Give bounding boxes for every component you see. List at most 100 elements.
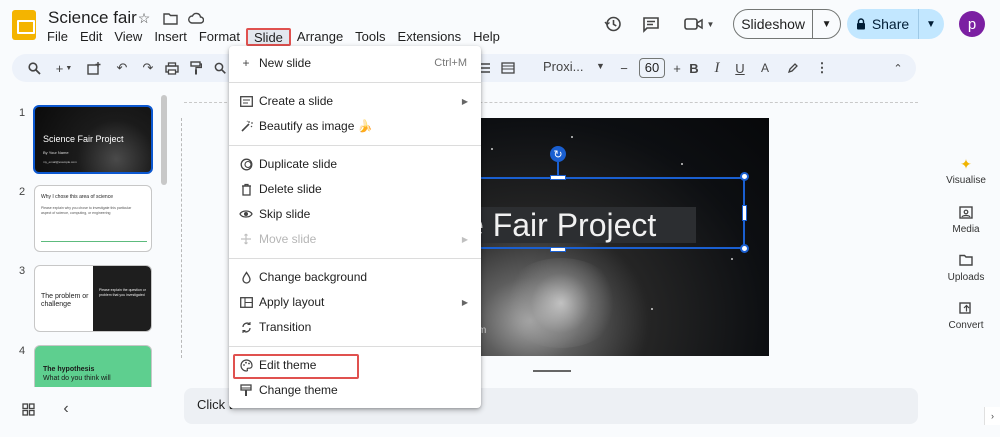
menu-edit[interactable]: Edit (74, 28, 108, 46)
menu-extensions[interactable]: Extensions (392, 28, 468, 46)
undo-icon[interactable]: ↶ (112, 58, 132, 78)
rotate-handle-icon[interactable]: ↻ (550, 146, 566, 162)
print-icon[interactable] (162, 58, 182, 78)
menu-slide[interactable]: Slide (246, 28, 291, 46)
font-size-input[interactable]: 60 (639, 58, 665, 78)
share-button[interactable]: Share (847, 9, 919, 39)
thumb-subtitle: By Your Name (43, 150, 69, 155)
share-options-chevron-icon[interactable]: ▼ (919, 19, 943, 30)
slideshow-button[interactable]: Slideshow (734, 10, 814, 38)
menu-item-delete[interactable]: Delete slide (229, 178, 481, 200)
redo-icon[interactable]: ↷ (138, 58, 158, 78)
zoom-icon[interactable] (210, 58, 230, 78)
side-visualise-label: Visualise (946, 175, 986, 186)
star-dot (571, 136, 573, 138)
selection-box[interactable] (467, 177, 745, 249)
collapse-toolbar-chevron-up-icon[interactable]: ⌃ (888, 58, 908, 78)
more-options-icon[interactable]: ⋮ (812, 58, 832, 78)
version-history-icon[interactable] (602, 14, 624, 34)
collapse-filmstrip-chevron-icon[interactable]: ‹ (56, 399, 76, 419)
thumb-title: Why I chose this area of science (41, 194, 113, 200)
plus-icon: + (242, 56, 250, 70)
menu-divider (229, 258, 481, 259)
slide-thumbnail-3[interactable]: The problem or challenge Please explain … (34, 265, 152, 332)
resize-handle-top-right[interactable] (740, 172, 749, 181)
slide-number: 1 (19, 107, 26, 119)
avatar[interactable]: p (959, 11, 985, 37)
notes-resize-handle[interactable] (533, 370, 571, 372)
menu-view[interactable]: View (108, 28, 148, 46)
text-color-icon[interactable]: A (755, 58, 775, 78)
slide-filmstrip: 1 Science Fair Project By Your Name my_e… (0, 95, 170, 387)
thumb-email: my_email@example.com (43, 160, 77, 164)
slide-thumbnail-1[interactable]: Science Fair Project By Your Name my_ema… (33, 105, 153, 174)
slideshow-options-chevron-icon[interactable]: ▼ (813, 19, 840, 30)
menu-item-label: Apply layout (259, 295, 325, 309)
comments-icon[interactable] (640, 14, 662, 34)
app-header: Science fair ☆ File Edit View Insert For… (0, 0, 1000, 50)
move-folder-icon[interactable] (162, 10, 178, 26)
side-uploads-label: Uploads (947, 272, 985, 283)
resize-handle-right[interactable] (742, 205, 747, 221)
move-arrows-icon (239, 232, 253, 246)
add-image-icon[interactable] (84, 58, 104, 78)
slide-thumbnail-2[interactable]: Why I chose this area of science Please … (34, 185, 152, 252)
resize-handle-bottom[interactable] (550, 247, 566, 252)
side-convert[interactable]: Convert (940, 301, 992, 331)
resize-handle-bottom-right[interactable] (740, 244, 749, 253)
slides-logo-icon[interactable] (12, 10, 36, 40)
menu-help[interactable]: Help (467, 28, 506, 46)
menu-item-new-slide[interactable]: + New slide Ctrl+M (229, 52, 481, 74)
menu-format[interactable]: Format (193, 28, 246, 46)
menu-item-change-background[interactable]: Change background (229, 266, 481, 288)
resize-handle-top[interactable] (550, 175, 566, 180)
layout-icon (239, 295, 253, 309)
side-convert-label: Convert (948, 320, 984, 331)
side-media[interactable]: Media (940, 205, 992, 235)
side-media-label: Media (952, 224, 980, 235)
thumb-title: The hypothesis (43, 366, 95, 373)
menu-item-label: Delete slide (259, 182, 322, 196)
transition-icon (239, 320, 253, 334)
side-visualise[interactable]: ✦ Visualise (940, 156, 992, 186)
speaker-notes-placeholder: Click t (197, 397, 233, 412)
menu-insert[interactable]: Insert (148, 28, 193, 46)
menu-item-beautify[interactable]: Beautify as image 🍌 (229, 115, 481, 137)
menu-item-move-slide[interactable]: Move slide ▶ (229, 228, 481, 250)
menu-file[interactable]: File (41, 28, 74, 46)
side-uploads[interactable]: Uploads (940, 253, 992, 283)
menu-arrange[interactable]: Arrange (291, 28, 349, 46)
decrease-font-size-icon[interactable]: − (614, 58, 634, 78)
document-title[interactable]: Science fair (48, 8, 137, 28)
menu-item-transition[interactable]: Transition (229, 316, 481, 338)
underline-icon[interactable]: U (730, 58, 750, 78)
title-actions: ☆ (136, 10, 204, 26)
menu-item-label: Move slide (259, 232, 317, 246)
thumb-body: Please explain why you chose to investig… (41, 206, 132, 215)
meet-camera-icon[interactable]: ▼ (682, 14, 716, 34)
highlight-pen-icon[interactable] (783, 58, 803, 78)
paint-format-icon[interactable] (186, 58, 206, 78)
side-panel-expand-chevron-icon[interactable]: › (984, 407, 1000, 425)
menu-tools[interactable]: Tools (349, 28, 391, 46)
new-slide-plus-icon[interactable]: + ▼ (50, 58, 78, 78)
menu-item-apply-layout[interactable]: Apply layout ▶ (229, 291, 481, 313)
menu-item-duplicate[interactable]: Duplicate slide (229, 153, 481, 175)
font-chevron-down-icon[interactable]: ▼ (596, 61, 605, 71)
paint-bucket-icon (239, 270, 253, 284)
slide-number: 4 (19, 345, 26, 357)
grid-view-icon[interactable] (18, 399, 38, 419)
line-spacing-icon[interactable] (498, 58, 518, 78)
search-icon[interactable] (24, 58, 44, 78)
font-family-select[interactable]: Proxi... (543, 59, 583, 74)
cloud-saved-icon[interactable] (188, 10, 204, 26)
italic-icon[interactable]: I (707, 58, 727, 78)
star-icon[interactable]: ☆ (136, 10, 152, 26)
filmstrip-scrollbar[interactable] (161, 95, 167, 185)
thumb-title: The problem or challenge (41, 293, 89, 308)
menu-item-create-slide[interactable]: Create a slide ▶ (229, 90, 481, 112)
slide-thumbnail-4[interactable]: The hypothesis What do you think will (34, 345, 152, 387)
menu-item-change-theme[interactable]: Change theme (229, 379, 481, 401)
menu-item-skip[interactable]: Skip slide (229, 203, 481, 225)
bold-icon[interactable]: B (684, 58, 704, 78)
